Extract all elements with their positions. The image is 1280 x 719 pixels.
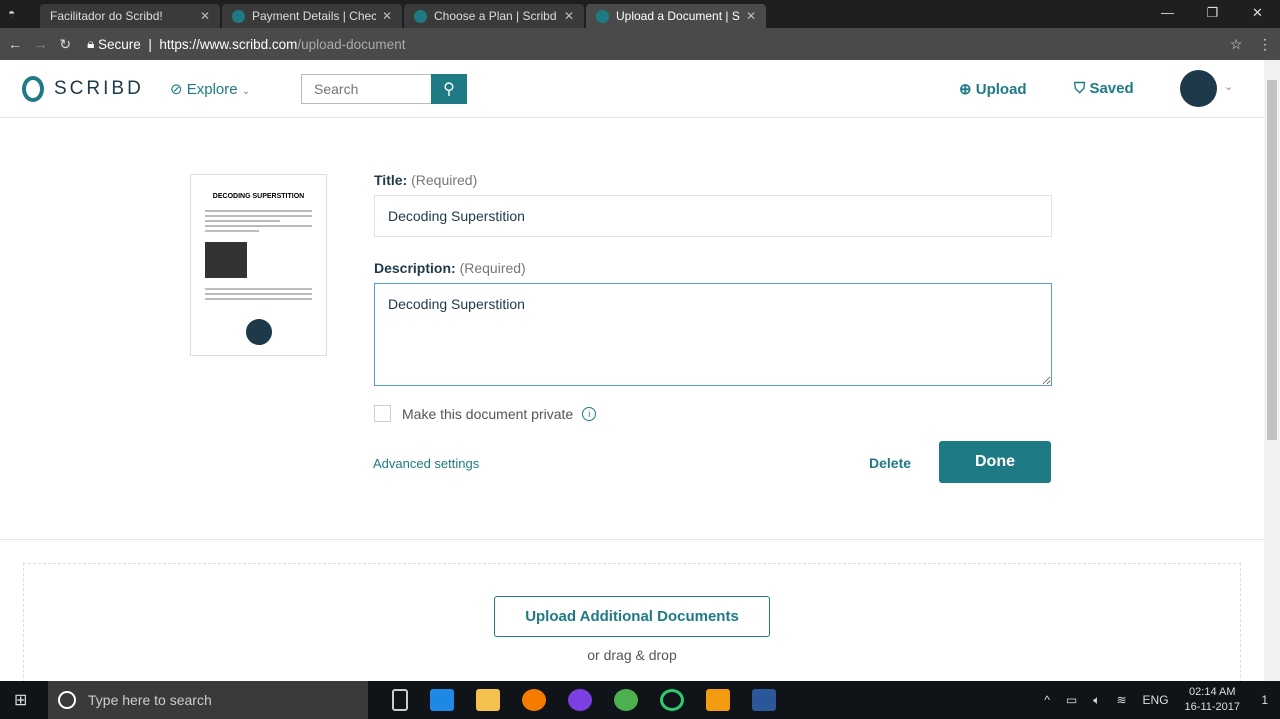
battery-icon[interactable]: ▭	[1066, 693, 1077, 707]
tab-strip: ◓ Facilitador do Scribd! ✕ Payment Detail…	[0, 0, 1280, 28]
scribd-favicon-icon	[596, 9, 609, 23]
explore-menu[interactable]: ⊘ Explore ⌄	[170, 80, 250, 98]
lock-icon: 🔒︎	[87, 36, 95, 51]
upload-icon: ⊕	[959, 81, 972, 98]
document-icon	[244, 317, 274, 347]
url-field[interactable]: 🔒︎ Secure | https://www.scribd.com/uploa…	[87, 32, 1222, 56]
task-view-icon[interactable]	[392, 689, 408, 711]
close-tab-icon[interactable]: ✕	[200, 9, 210, 23]
chevron-down-icon: ⌄	[241, 86, 251, 97]
divider	[0, 539, 1264, 540]
browser-tab-active[interactable]: Upload a Document | Scr ✕	[586, 4, 766, 28]
scrollbar[interactable]	[1264, 60, 1280, 681]
firefox-dev-icon[interactable]	[568, 689, 592, 711]
scribd-favicon-icon	[414, 9, 427, 23]
advanced-settings-link[interactable]: Advanced settings	[373, 456, 479, 471]
scribd-logo[interactable]: SCRIBD	[22, 76, 144, 102]
compass-icon: ⊘	[170, 81, 183, 98]
upload-link[interactable]: ⊕ Upload	[959, 80, 1027, 98]
close-window-icon[interactable]: ✕	[1235, 0, 1280, 26]
upload-additional-button[interactable]: Upload Additional Documents	[494, 596, 770, 637]
document-thumbnail: DECODING SUPERSTITION	[190, 174, 327, 356]
notifications-icon[interactable]: 1	[1261, 693, 1268, 707]
edge-icon[interactable]	[430, 689, 454, 711]
cortana-icon	[58, 691, 76, 709]
sublime-icon[interactable]	[706, 689, 730, 711]
scrollbar-thumb[interactable]	[1267, 80, 1277, 440]
delete-button[interactable]: Delete	[869, 455, 911, 471]
scribd-favicon-icon	[232, 9, 245, 23]
firefox-icon[interactable]	[522, 689, 546, 711]
drag-drop-hint: or drag & drop	[587, 647, 677, 663]
wifi-icon[interactable]: ≋	[1116, 693, 1126, 707]
done-button[interactable]: Done	[939, 441, 1051, 483]
search-input[interactable]	[301, 74, 431, 104]
language-indicator[interactable]: ENG	[1143, 693, 1169, 707]
info-icon[interactable]: i	[582, 406, 597, 421]
search-button[interactable]: ⚲	[431, 74, 467, 104]
search-icon: ⚲	[443, 81, 455, 98]
description-textarea[interactable]: Decoding Superstition	[374, 283, 1052, 386]
menu-icon[interactable]: ⋮	[1258, 36, 1272, 53]
logo-icon	[22, 76, 44, 102]
search-box: ⚲	[301, 74, 467, 104]
tray-chevron-icon[interactable]: ^	[1044, 693, 1050, 707]
private-checkbox[interactable]	[374, 405, 391, 422]
word-icon[interactable]	[752, 689, 776, 711]
reload-icon[interactable]: ↻	[59, 36, 71, 53]
forward-icon[interactable]: →	[34, 36, 48, 52]
browser-tab[interactable]: Choose a Plan | Scribd ✕	[404, 4, 584, 28]
title-input[interactable]	[374, 195, 1052, 237]
file-explorer-icon[interactable]	[476, 689, 500, 711]
close-tab-icon[interactable]: ✕	[564, 9, 574, 23]
browser-tab[interactable]: Facilitador do Scribd! ✕	[40, 4, 220, 28]
taskbar: ⊞ Type here to search ^ ▭ 🔈︎ ≋ ENG 02:14…	[0, 681, 1280, 719]
description-label: Description: (Required)	[374, 260, 526, 276]
browser-tab[interactable]: Payment Details | Checko✕	[222, 4, 402, 28]
thumbnail-image	[205, 242, 247, 278]
windows-start-icon[interactable]: ⊞	[14, 690, 27, 710]
bookmark-icon: ⛉	[1074, 80, 1086, 97]
avatar[interactable]	[1180, 70, 1217, 107]
private-option: Make this document private i	[374, 405, 597, 422]
incognito-icon: ◓	[8, 6, 16, 20]
chrome-icon[interactable]	[614, 689, 638, 711]
title-label: Title: (Required)	[374, 172, 478, 188]
opera-icon[interactable]	[660, 689, 684, 711]
address-bar: ← → ↻ 🔒︎ Secure | https://www.scribd.com…	[0, 28, 1280, 60]
bookmark-star-icon[interactable]: ☆	[1230, 36, 1243, 53]
chevron-down-icon[interactable]: ⌄	[1224, 80, 1233, 93]
back-icon[interactable]: ←	[8, 36, 22, 52]
close-tab-icon[interactable]: ✕	[746, 9, 756, 23]
restore-icon[interactable]: ❐	[1190, 0, 1235, 26]
site-header: SCRIBD ⊘ Explore ⌄ ⊕ Upload ⛉ Saved ⌄	[0, 60, 1280, 118]
volume-icon[interactable]: 🔈︎	[1093, 693, 1100, 708]
close-tab-icon[interactable]: ✕	[382, 9, 392, 23]
minimize-icon[interactable]: —	[1145, 0, 1190, 26]
saved-link[interactable]: ⛉ Saved	[1074, 80, 1134, 97]
taskbar-search[interactable]: Type here to search	[48, 681, 368, 719]
clock[interactable]: 02:14 AM 16-11-2017	[1185, 685, 1240, 715]
